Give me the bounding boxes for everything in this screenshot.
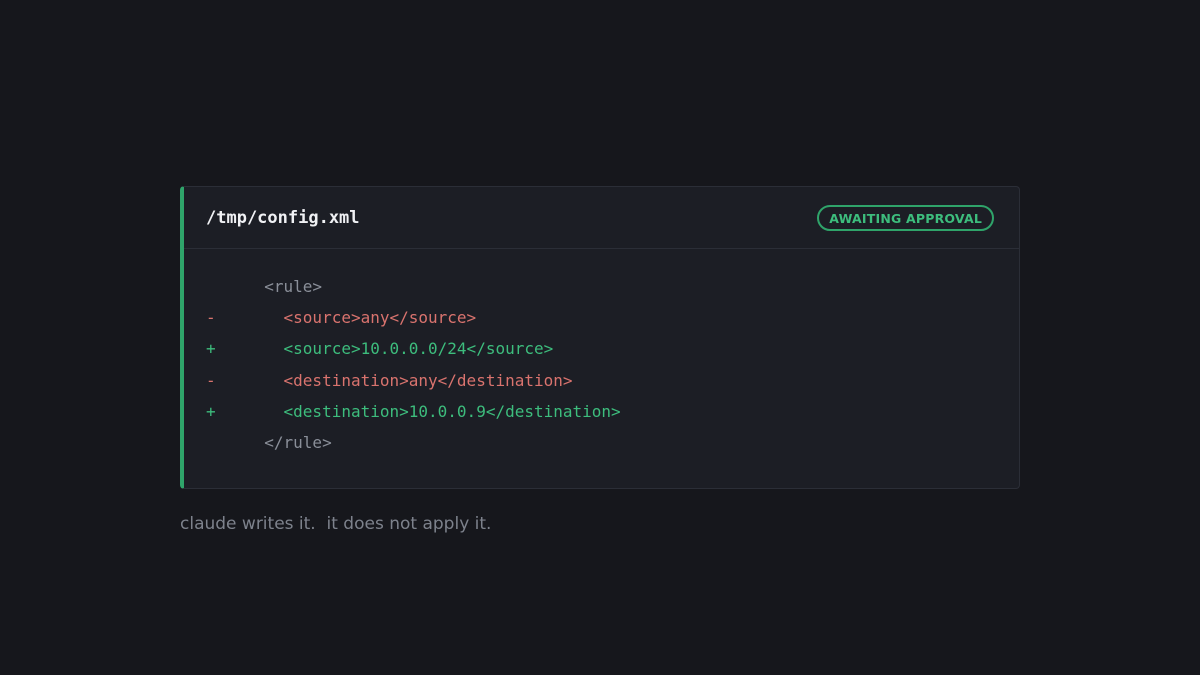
diff-line-marker bbox=[184, 271, 245, 302]
diff-line-marker bbox=[184, 427, 245, 458]
diff-line-context: </rule> bbox=[184, 427, 1019, 458]
diff-line-marker: - bbox=[206, 308, 216, 328]
file-path: /tmp/config.xml bbox=[206, 207, 360, 228]
diff-line-removed: - <destination>any</destination> bbox=[184, 365, 1019, 396]
diff-line-text: <source>any</source> bbox=[245, 308, 477, 328]
diff-line-context: <rule> bbox=[184, 271, 1019, 302]
diff-card: /tmp/config.xml AWAITING APPROVAL <rule>… bbox=[180, 186, 1020, 489]
caption: claude writes it. it does not apply it. bbox=[180, 514, 492, 534]
diff-line-marker: - bbox=[206, 370, 216, 390]
diff-line-text: <destination>any</destination> bbox=[245, 370, 573, 390]
diff-line-added: + <destination>10.0.0.9</destination> bbox=[184, 396, 1019, 427]
diff-line-text: <rule> bbox=[245, 277, 323, 296]
status-badge: AWAITING APPROVAL bbox=[817, 204, 994, 231]
diff-line-text: <destination>10.0.0.9</destination> bbox=[245, 401, 621, 421]
diff-line-text: </rule> bbox=[245, 432, 332, 452]
card-header: /tmp/config.xml AWAITING APPROVAL bbox=[184, 187, 1019, 249]
diff-line-marker: + bbox=[206, 339, 216, 359]
diff-code-block: <rule> - <source>any</source> + <source>… bbox=[184, 249, 1019, 458]
diff-line-added: + <source>10.0.0.0/24</source> bbox=[184, 333, 1019, 364]
diff-line-removed: - <source>any</source> bbox=[184, 302, 1019, 333]
diff-line-marker: + bbox=[206, 401, 216, 421]
diff-line-text: <source>10.0.0.0/24</source> bbox=[245, 339, 554, 359]
